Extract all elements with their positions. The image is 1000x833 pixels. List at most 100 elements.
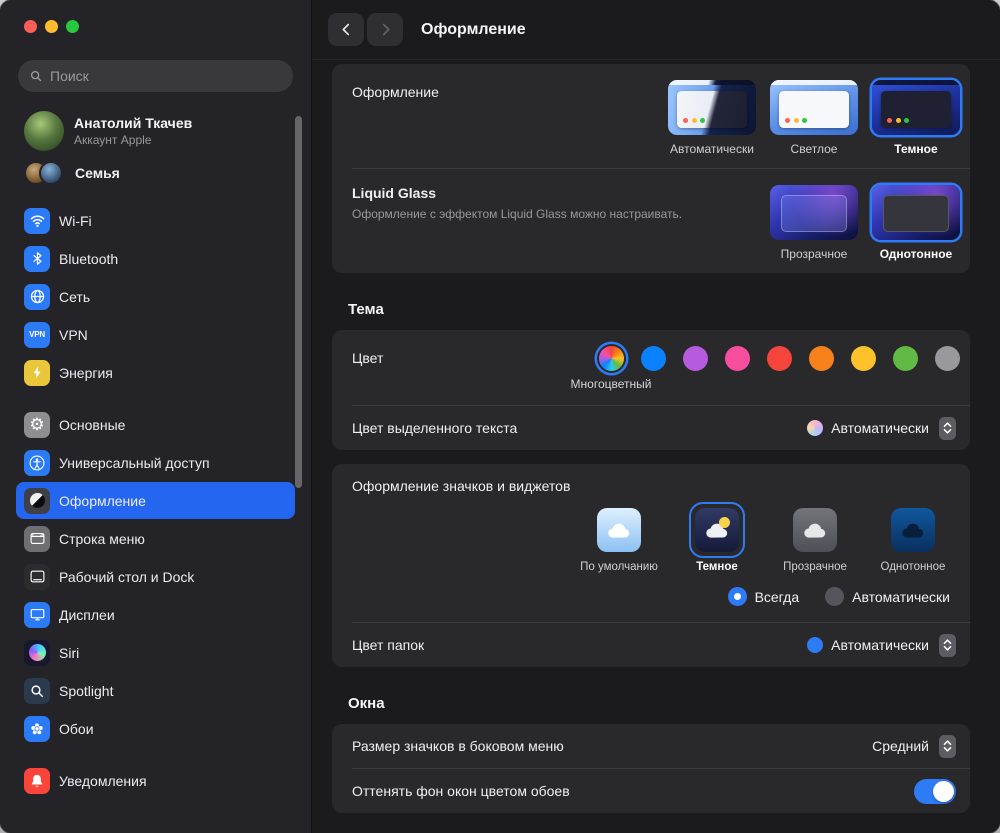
forward-button[interactable] — [367, 13, 403, 46]
icon-style-clear[interactable]: Прозрачное — [768, 502, 862, 573]
thumb-menubar — [668, 80, 756, 85]
sidebar-item-desktop-dock[interactable]: Рабочий стол и Dock — [16, 558, 295, 595]
family-label: Семья — [75, 165, 120, 181]
appearance-row: Оформление Автоматически Светлое Темное — [332, 64, 970, 168]
folder-color-stepper[interactable] — [939, 633, 956, 657]
family-avatar-2 — [39, 161, 63, 185]
search-field[interactable] — [18, 60, 293, 92]
accent-purple-dot[interactable] — [683, 346, 708, 371]
appearance-card: Оформление Автоматически Светлое Темное … — [332, 64, 970, 273]
sidebar-icon-size-label: Размер значков в боковом меню — [352, 738, 564, 754]
liquid-glass-option-solid[interactable]: Однотонное — [870, 185, 962, 261]
accent-green-dot[interactable] — [893, 346, 918, 371]
icon-style-dark[interactable]: Темное — [670, 502, 764, 573]
page-title: Оформление — [421, 20, 526, 38]
wallpaper-tint-toggle[interactable] — [914, 778, 956, 804]
folder-color-label: Цвет папок — [352, 637, 425, 653]
appearance-option-auto[interactable]: Автоматически — [666, 80, 758, 156]
icons-widgets-card: Оформление значков и виджетов По умолчан… — [332, 464, 970, 667]
icon-style-options: По умолчанию Темное Прозрачное Однотонно… — [352, 502, 960, 573]
appearance-option-light[interactable]: Светлое — [768, 80, 860, 156]
profile-name: Анатолий Ткачев — [74, 115, 193, 131]
profile-subtitle: Аккаунт Apple — [74, 133, 152, 147]
sidebar-item-label: Уведомления — [59, 772, 147, 789]
accent-multicolor-dot[interactable] — [599, 346, 624, 371]
appearance-options: Автоматически Светлое Темное — [666, 80, 962, 156]
sidebar-icon-size-popup[interactable]: Средний — [872, 734, 956, 758]
mode-automatic[interactable]: Автоматически — [825, 587, 950, 606]
appearance-option-dark[interactable]: Темное — [870, 80, 962, 156]
highlight-color-value: Автоматически — [831, 420, 929, 436]
sidebar-item-vpn[interactable]: VPN VPN — [16, 316, 295, 353]
sidebar-item-wallpaper[interactable]: Обои — [16, 710, 295, 747]
section-title-theme: Тема — [348, 301, 384, 318]
close-button[interactable] — [24, 20, 37, 33]
sidebar-item-accessibility[interactable]: Универсальный доступ — [16, 444, 295, 481]
sidebar-item-wifi[interactable]: Wi-Fi — [16, 202, 295, 239]
sidebar-icon-size-value: Средний — [872, 738, 929, 754]
window-controls — [16, 20, 295, 33]
appearance-thumb-light — [770, 80, 858, 135]
radio-automatic[interactable] — [825, 587, 845, 606]
sidebar-item-label: Дисплеи — [59, 606, 115, 623]
highlight-color-label: Цвет выделенного текста — [352, 420, 518, 436]
option-label: По умолчанию — [580, 561, 658, 573]
sidebar-item-label: Обои — [59, 720, 94, 737]
icon-style-tinted[interactable]: Однотонное — [866, 502, 960, 573]
highlight-color-popup[interactable]: Автоматически — [807, 416, 956, 440]
radio-label: Автоматически — [852, 588, 950, 605]
glass-thumb-transparent — [770, 185, 858, 240]
desktop-dock-icon — [24, 563, 50, 590]
sidebar-item-menubar[interactable]: Строка меню — [16, 520, 295, 557]
sidebar-item-label: Строка меню — [59, 530, 145, 547]
radio-always[interactable] — [727, 587, 747, 606]
accent-selected-name: Многоцветный — [570, 377, 652, 391]
mode-always[interactable]: Всегда — [727, 587, 799, 606]
sidebar-item-spotlight[interactable]: Spotlight — [16, 672, 295, 709]
gear-icon: ⚙ — [24, 411, 50, 438]
cloud-app-icon — [891, 508, 935, 552]
accent-red-dot[interactable] — [767, 346, 792, 371]
search-input[interactable] — [50, 68, 282, 84]
zoom-button[interactable] — [66, 20, 79, 33]
family-row[interactable]: Семья — [18, 157, 293, 189]
sidebar-item-siri[interactable]: Siri — [16, 634, 295, 671]
search-icon — [29, 69, 43, 83]
sidebar-item-appearance[interactable]: Оформление — [16, 482, 295, 519]
highlight-color-swatch — [807, 420, 824, 436]
sidebar-item-notifications[interactable]: Уведомления — [16, 762, 295, 799]
thumb-menubar — [872, 80, 960, 85]
accent-color-row: Цвет Многоцветный — [332, 330, 970, 405]
sidebar-item-displays[interactable]: Дисплеи — [16, 596, 295, 633]
sidebar-item-energy[interactable]: Энергия — [16, 354, 295, 391]
wallpaper-icon — [24, 715, 50, 742]
accent-orange-dot[interactable] — [809, 346, 834, 371]
cloud-moon-app-icon — [695, 508, 739, 552]
folder-color-popup[interactable]: Автоматически — [807, 633, 956, 657]
bell-icon — [24, 767, 50, 794]
back-button[interactable] — [328, 13, 364, 46]
accent-pink-dot[interactable] — [725, 346, 750, 371]
accent-graphite-dot[interactable] — [935, 346, 960, 371]
sidebar-item-network[interactable]: Сеть — [16, 278, 295, 315]
accent-color-label: Цвет — [352, 350, 384, 366]
highlight-color-stepper[interactable] — [939, 416, 956, 440]
liquid-glass-option-transparent[interactable]: Прозрачное — [768, 185, 860, 261]
minimize-button[interactable] — [45, 20, 58, 33]
accent-yellow-dot[interactable] — [851, 346, 876, 371]
sidebar-item-bluetooth[interactable]: Bluetooth — [16, 240, 295, 277]
thumb-traffic-lights — [887, 118, 909, 123]
thumb-menubar — [770, 80, 858, 85]
menubar-icon — [24, 525, 50, 552]
accent-blue-dot[interactable] — [641, 346, 666, 371]
sidebar-item-general[interactable]: ⚙ Основные — [16, 406, 295, 443]
profile-row[interactable]: Анатолий Ткачев Аккаунт Apple — [18, 107, 293, 155]
spotlight-icon — [24, 677, 50, 704]
system-settings-window: Анатолий Ткачев Аккаунт Apple Семья Wi-F… — [0, 0, 1000, 833]
sidebar-icon-size-stepper[interactable] — [939, 734, 956, 758]
thumb-window — [779, 91, 849, 128]
icon-style-default[interactable]: По умолчанию — [572, 502, 666, 573]
sidebar-scrollbar[interactable] — [295, 116, 302, 488]
option-label: Однотонное — [880, 561, 946, 573]
option-label: Однотонное — [879, 247, 953, 261]
